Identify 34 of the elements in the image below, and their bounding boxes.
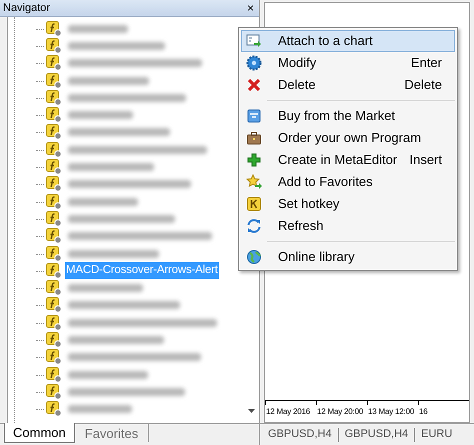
axis-label: 12 May 2016 xyxy=(266,407,310,416)
menu-label: Refresh xyxy=(278,217,325,236)
menu-label: Create in MetaEditor xyxy=(278,151,398,170)
menu-label: Attach to a chart xyxy=(278,32,374,50)
chart-tab[interactable]: GBPUSD,H4 xyxy=(268,426,332,443)
shortcut-label: Delete xyxy=(404,76,442,94)
menu-item[interactable]: Attach to a chart xyxy=(241,30,455,52)
menu-item[interactable]: Online library xyxy=(241,246,455,268)
chart-tab[interactable]: EURU xyxy=(421,426,452,443)
menu-item[interactable]: Refresh xyxy=(241,215,455,237)
axis-label: 16 xyxy=(419,407,428,416)
menu-label: Modify xyxy=(278,54,318,72)
menu-item[interactable]: Create in MetaEditor Insert xyxy=(241,149,455,171)
shortcut-label: Insert xyxy=(409,151,442,170)
menu-item[interactable]: Delete Delete xyxy=(241,74,455,96)
menu-label: Online library xyxy=(278,248,356,266)
tab[interactable]: Favorites xyxy=(74,424,150,442)
shortcut-label: Enter xyxy=(410,54,442,72)
menu-item[interactable]: Buy from the Market xyxy=(241,105,455,127)
menu-label: Delete xyxy=(278,76,317,94)
menu-label: Buy from the Market xyxy=(278,107,396,126)
menu-label: Set hotkey xyxy=(278,195,340,214)
close-button[interactable]: × xyxy=(244,2,256,14)
menu-label: Order your own Program xyxy=(278,129,422,148)
axis-label: 12 May 20:00 xyxy=(317,407,364,416)
axis-label: 13 May 12:00 xyxy=(368,407,414,416)
menu-label: Add to Favorites xyxy=(278,173,374,192)
tab[interactable]: Common xyxy=(4,423,75,443)
menu-item[interactable]: Add to Favorites xyxy=(241,171,455,193)
menu-item[interactable]: Order your own Program xyxy=(241,127,455,149)
panel-title: Navigator xyxy=(3,0,50,16)
menu-item[interactable]: Modify Enter xyxy=(241,52,455,74)
chart-tab[interactable]: GBPUSD,H4 xyxy=(344,426,408,443)
menu-item[interactable]: Set hotkey xyxy=(241,193,455,215)
